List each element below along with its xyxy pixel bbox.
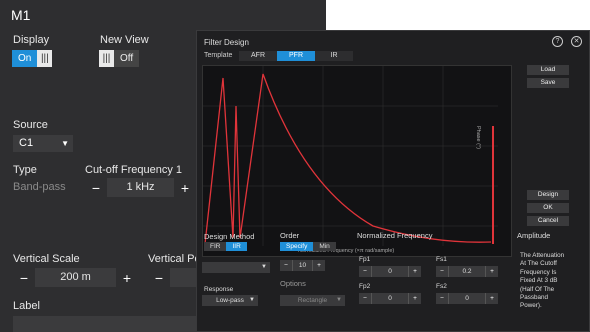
tab-ir[interactable]: IR <box>315 51 353 61</box>
vertical-position-stepper[interactable]: − <box>148 268 196 287</box>
chevron-down-icon: ▼ <box>61 139 69 148</box>
options-value: Rectangle <box>297 297 328 304</box>
filter-design-dialog: Filter Design ? ✕ Template AFR PFR IR No… <box>196 30 590 332</box>
plus-icon[interactable]: + <box>486 266 498 277</box>
fp2-stepper[interactable]: − 0 + <box>359 293 421 304</box>
plus-icon[interactable]: + <box>313 260 325 271</box>
fs2-value[interactable]: 0 <box>448 293 486 304</box>
options-dropdown[interactable]: Rectangle ▼ <box>280 295 345 306</box>
grid <box>203 66 498 246</box>
fir-option[interactable]: FIR <box>204 242 227 251</box>
response-label: Response <box>204 286 234 293</box>
order-value[interactable]: 10 <box>292 260 313 271</box>
new-view-toggle[interactable]: ||| Off <box>99 50 140 67</box>
fp1-stepper[interactable]: − 0 + <box>359 266 421 277</box>
fs2-label: Fs2 <box>436 283 447 290</box>
cutoff-label: Cut-off Frequency 1 <box>85 164 183 176</box>
phase-response-chart: Normalized Frequency (×π rad/sample) Pha… <box>202 65 512 257</box>
normalized-frequency-label: Normalized Frequency <box>357 231 433 240</box>
fp2-label: Fp2 <box>359 283 371 290</box>
plus-icon[interactable]: + <box>409 266 421 277</box>
design-method-toggle[interactable]: FIR IIR <box>204 242 247 251</box>
source-dropdown[interactable]: C1 ▼ <box>13 135 73 152</box>
label-input[interactable] <box>13 316 196 332</box>
new-view-off-text: Off <box>114 50 140 67</box>
cutoff-value[interactable]: 1 kHz <box>107 178 174 197</box>
cancel-button[interactable]: Cancel <box>527 216 569 226</box>
response-dropdown[interactable]: Low-pass ▼ <box>202 295 258 306</box>
phase-plot <box>203 66 498 246</box>
save-button[interactable]: Save <box>527 78 569 88</box>
new-view-label: New View <box>100 34 149 46</box>
min-option[interactable]: Min <box>313 242 336 251</box>
chevron-down-icon: ▼ <box>249 297 255 303</box>
minus-icon[interactable]: − <box>436 266 448 277</box>
plus-icon[interactable]: + <box>174 180 196 196</box>
plus-icon[interactable]: + <box>409 293 421 304</box>
label-label: Label <box>13 300 40 312</box>
dialog-close-icon[interactable]: ✕ <box>571 36 582 47</box>
fp2-value[interactable]: 0 <box>371 293 409 304</box>
order-mode-toggle[interactable]: Specify Min <box>280 242 336 251</box>
amplitude-note: The Attenuation At The Cutoff Frequency … <box>520 252 565 310</box>
type-value[interactable]: Band-pass <box>13 181 66 193</box>
fs2-stepper[interactable]: − 0 + <box>436 293 498 304</box>
fs1-label: Fs1 <box>436 256 447 263</box>
fs1-value[interactable]: 0.2 <box>448 266 486 277</box>
ok-button[interactable]: OK <box>527 203 569 213</box>
minus-icon[interactable]: − <box>436 293 448 304</box>
m1-header-extension <box>196 0 326 28</box>
minus-icon[interactable]: − <box>359 293 371 304</box>
minus-icon[interactable]: − <box>359 266 371 277</box>
filter-family-dropdown[interactable]: ▼ <box>202 262 270 273</box>
fp1-value[interactable]: 0 <box>371 266 409 277</box>
design-button[interactable]: Design <box>527 190 569 200</box>
amplitude-label: Amplitude <box>517 231 551 240</box>
fs1-stepper[interactable]: − 0.2 + <box>436 266 498 277</box>
phase-curve <box>204 73 492 245</box>
fp1-label: Fp1 <box>359 256 371 263</box>
dialog-help-icon[interactable]: ? <box>552 36 563 47</box>
specify-option[interactable]: Specify <box>280 242 314 251</box>
dialog-title: Filter Design <box>204 38 249 47</box>
load-button[interactable]: Load <box>527 65 569 75</box>
template-label: Template <box>204 52 233 59</box>
order-label: Order <box>280 231 300 240</box>
vertical-position-value[interactable] <box>170 268 196 287</box>
toggle-handle-icon: ||| <box>99 50 114 67</box>
minus-icon[interactable]: − <box>13 270 35 286</box>
vertical-scale-value[interactable]: 200 m <box>35 268 116 287</box>
minus-icon[interactable]: − <box>280 260 292 271</box>
display-on-text: On <box>12 50 38 67</box>
m1-title: M1 <box>11 7 31 23</box>
vertical-scale-stepper[interactable]: − 200 m + <box>13 268 138 287</box>
chevron-down-icon: ▼ <box>336 297 342 303</box>
iir-option[interactable]: IIR <box>226 242 247 251</box>
display-label: Display <box>13 34 50 46</box>
source-label: Source <box>13 119 48 131</box>
plus-icon[interactable]: + <box>116 270 138 286</box>
source-value: C1 <box>19 137 34 149</box>
type-label: Type <box>13 164 37 176</box>
m1-panel: M1 ? ✎ ✕ Display On ||| New View ||| Off… <box>0 0 326 332</box>
cutoff-stepper[interactable]: − 1 kHz + <box>85 178 196 197</box>
order-stepper[interactable]: − 10 + <box>280 260 325 271</box>
minus-icon[interactable]: − <box>85 180 107 196</box>
toggle-handle-icon: ||| <box>37 50 53 67</box>
chevron-down-icon: ▼ <box>261 264 267 270</box>
chart-y-label: Phase (°) <box>475 126 481 149</box>
response-value: Low-pass <box>216 297 244 304</box>
design-method-label: Design Method <box>204 232 255 241</box>
minus-icon[interactable]: − <box>148 270 170 286</box>
vertical-scale-label: Vertical Scale <box>13 253 80 265</box>
vertical-position-label: Vertical Po <box>148 253 201 265</box>
template-tabs: AFR PFR IR <box>239 51 353 61</box>
display-toggle[interactable]: On ||| <box>12 50 53 67</box>
options-label: Options <box>280 279 306 288</box>
tab-afr[interactable]: AFR <box>239 51 277 61</box>
plus-icon[interactable]: + <box>486 293 498 304</box>
tab-pfr[interactable]: PFR <box>277 51 315 61</box>
